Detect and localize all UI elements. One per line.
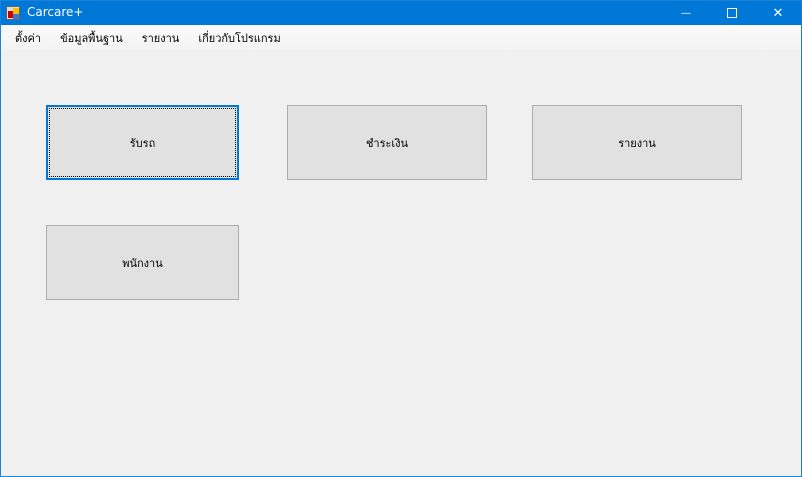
- close-icon: ✕: [772, 5, 784, 21]
- minimize-icon: —: [681, 7, 691, 19]
- menu-report[interactable]: รายงาน: [135, 29, 187, 47]
- minimize-button[interactable]: —: [663, 1, 709, 25]
- menu-bar: ตั้งค่า ข้อมูลพื้นฐาน รายงาน เกี่ยวกับโป…: [1, 25, 801, 50]
- maximize-icon: [727, 8, 737, 18]
- employee-label: พนักงาน: [122, 256, 163, 270]
- title-bar[interactable]: Carcare+ — ✕: [1, 1, 801, 25]
- receive-car-label: รับรถ: [129, 136, 156, 150]
- app-icon: [6, 6, 20, 20]
- close-button[interactable]: ✕: [755, 1, 801, 25]
- receive-car-button[interactable]: รับรถ: [46, 105, 239, 180]
- menu-settings[interactable]: ตั้งค่า: [8, 29, 48, 47]
- menu-about[interactable]: เกี่ยวกับโปรแกรม: [191, 29, 287, 47]
- main-window: Carcare+ — ✕ ตั้งค่า ข้อมูลพื้นฐาน รายงา…: [0, 0, 802, 477]
- menu-master-data[interactable]: ข้อมูลพื้นฐาน: [53, 29, 130, 47]
- payment-label: ชำระเงิน: [365, 136, 409, 150]
- payment-button[interactable]: ชำระเงิน: [287, 105, 487, 180]
- report-button[interactable]: รายงาน: [532, 105, 742, 180]
- report-label: รายงาน: [618, 136, 656, 150]
- maximize-button[interactable]: [709, 1, 755, 25]
- employee-button[interactable]: พนักงาน: [46, 225, 239, 300]
- window-title: Carcare+: [27, 5, 84, 19]
